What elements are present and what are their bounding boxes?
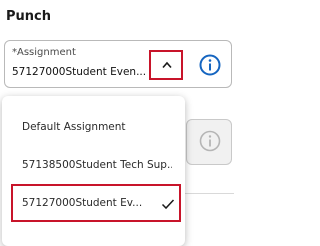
option-label: 57127000Student Ev...: [22, 197, 142, 209]
chevron-up-icon: [162, 61, 172, 69]
assignment-value: 57127000Student Even...: [12, 66, 147, 78]
option-label: Default Assignment: [22, 121, 126, 133]
info-icon[interactable]: [198, 53, 222, 77]
option-label: 57138500Student Tech Sup...: [22, 159, 172, 171]
dropdown-option-default-assignment[interactable]: Default Assignment: [2, 108, 185, 148]
section-title: Punch: [6, 9, 51, 24]
check-icon: [161, 199, 175, 210]
dropdown-option-student-tech-support[interactable]: 57138500Student Tech Sup...: [2, 146, 185, 186]
assignment-dropdown-list: Default Assignment 57138500Student Tech …: [2, 96, 185, 246]
assignment-label: *Assignment: [12, 47, 76, 58]
divider: [184, 193, 234, 194]
dropdown-option-student-events-selected[interactable]: 57127000Student Ev...: [11, 184, 181, 222]
assignment-dropdown-toggle[interactable]: [149, 50, 183, 80]
info-icon-disabled: [199, 130, 221, 152]
